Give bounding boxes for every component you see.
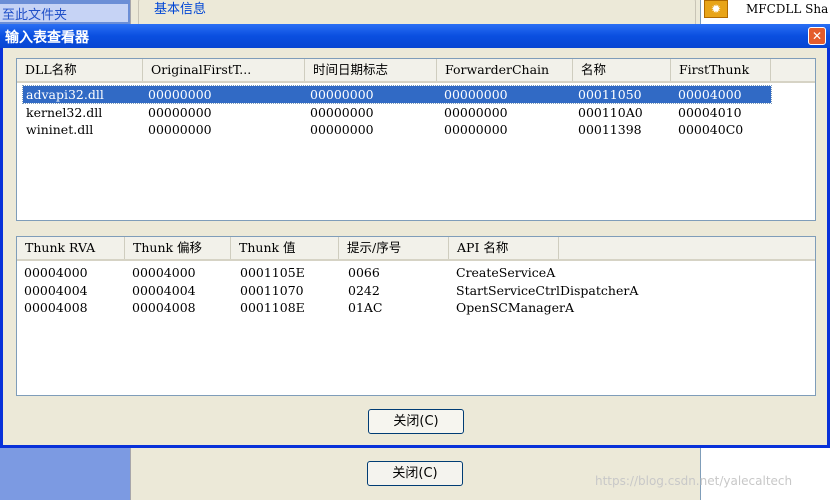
imports-row[interactable]: wininet.dll 00000000 00000000 00000000 00011… [17, 121, 815, 138]
imports-cell: 000040C0 [678, 122, 744, 137]
imports-row[interactable]: kernel32.dll 00000000 00000000 00000000 0001… [17, 104, 815, 121]
imports-row[interactable]: advapi32.dll 00000000 00000000 00000000 0001… [22, 85, 772, 104]
imports-cell: 00000000 [148, 104, 212, 120]
thunks-cell: StartServiceCtrlDispatcherA [456, 282, 639, 298]
imports-list-header: DLL名称 OriginalFirstT... 时间日期标志 ForwarderCha… [17, 59, 815, 83]
thunks-row[interactable]: 00004000 00004000 0001105E 0066 CreateServic… [17, 264, 815, 281]
imports-column-header[interactable]: DLL名称 [17, 59, 143, 81]
imports-column-header[interactable]: ForwarderChain [437, 59, 573, 81]
dialog-title: 输入表查看器 [5, 30, 89, 46]
imports-cell: wininet.dll [26, 122, 94, 137]
watermark: https://blog.csdn.net/yalecaltech [595, 474, 793, 488]
thunks-row[interactable]: 00004004 00004004 00011070 0242 StartService… [17, 282, 815, 299]
thunks-cell: 0001105E [240, 265, 305, 280]
imports-cell: 00000000 [148, 87, 212, 102]
thunks-column-header[interactable]: Thunk 偏移 [125, 237, 231, 259]
close-icon[interactable]: ✕ [808, 27, 826, 45]
close-button[interactable]: 关闭(C) [368, 409, 464, 434]
thunks-column-header[interactable]: Thunk RVA [17, 237, 125, 259]
imports-cell: 00000000 [310, 87, 374, 102]
thunks-column-header[interactable]: API 名称 [449, 237, 559, 259]
dialog-titlebar[interactable]: 输入表查看器 ✕ [0, 24, 830, 48]
thunks-column-header[interactable]: Thunk 值 [231, 237, 339, 259]
imports-cell: 00000000 [310, 104, 374, 120]
imports-column-header[interactable]: OriginalFirstT... [143, 59, 305, 81]
imports-cell: 00004010 [678, 104, 742, 120]
imports-cell: advapi32.dll [26, 87, 104, 102]
thunks-list-header: Thunk RVA Thunk 偏移 Thunk 值提示/序号 API 名称 [17, 237, 815, 261]
thunks-cell: 00004000 [24, 265, 88, 280]
imports-cell: 00000000 [444, 87, 508, 102]
thunks-cell: 00011070 [240, 282, 304, 298]
imports-cell: kernel32.dll [26, 104, 103, 120]
imports-cell: 00000000 [310, 122, 374, 137]
imports-column-header[interactable]: FirstThunk [671, 59, 771, 81]
gear-icon: ✹ [704, 0, 728, 18]
imports-cell: 00000000 [148, 122, 212, 137]
imports-cell: 00000000 [444, 104, 508, 120]
thunks-cell: OpenSCManagerA [456, 300, 574, 315]
thunks-cell: 00004008 [132, 300, 196, 315]
thunks-cell: CreateServiceA [456, 265, 556, 280]
imports-cell: 00011050 [578, 87, 642, 102]
thunks-cell: 0001108E [240, 300, 305, 315]
background-right-text: MFCDLL Sha [746, 2, 829, 16]
imports-column-header[interactable]: 时间日期标志 [305, 59, 437, 81]
imports-cell: 00011398 [578, 122, 642, 137]
thunks-cell: 00004004 [24, 282, 88, 298]
thunks-cell: 00004004 [132, 282, 196, 298]
thunks-cell: 01AC [348, 300, 383, 315]
background-left-lower [0, 448, 130, 500]
folder-link[interactable]: 至此文件夹 [0, 4, 128, 22]
background-close-button[interactable]: 关闭(C) [367, 461, 463, 486]
imports-list[interactable]: DLL名称 OriginalFirstT... 时间日期标志 ForwarderCha… [16, 58, 816, 221]
imports-cell: 00004000 [678, 87, 742, 102]
imports-cell: 00000000 [444, 122, 508, 137]
thunks-cell: 00004000 [132, 265, 196, 280]
thunks-cell: 0242 [348, 282, 380, 298]
thunks-column-header[interactable]: 提示/序号 [339, 237, 449, 259]
basic-info-group-title: 基本信息 [150, 0, 211, 17]
thunks-list[interactable]: Thunk RVA Thunk 偏移 Thunk 值提示/序号 API 名称 0000… [16, 236, 816, 396]
thunks-cell: 00004008 [24, 300, 88, 315]
thunks-row[interactable]: 00004008 00004008 0001108E 01AC OpenSCManage… [17, 299, 815, 316]
thunks-cell: 0066 [348, 265, 380, 280]
imports-column-header[interactable]: 名称 [573, 59, 671, 81]
imports-cell: 000110A0 [578, 104, 643, 120]
